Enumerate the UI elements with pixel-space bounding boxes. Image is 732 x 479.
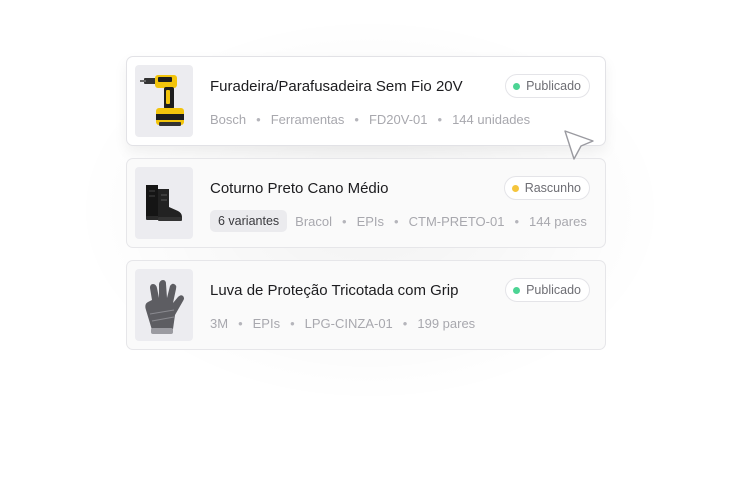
glove-icon [145, 280, 184, 334]
product-card-glove[interactable]: Luva de Proteção Tricotada com Grip 3M •… [126, 260, 606, 350]
status-dot [513, 286, 521, 294]
product-stock: 144 unidades [452, 111, 531, 127]
product-stock: 199 pares [417, 315, 476, 331]
product-category: EPIs [356, 213, 385, 229]
product-title[interactable]: Furadeira/Parafusadeira Sem Fio 20V [210, 78, 463, 95]
product-sku: FD20V-01 [368, 111, 428, 127]
product-thumbnail [135, 167, 193, 239]
product-thumbnail [135, 269, 193, 341]
product-meta: 6 variantes Bracol • EPIs • CTM-PRETO-01… [210, 210, 587, 232]
product-title[interactable]: Luva de Proteção Tricotada com Grip [210, 282, 458, 299]
meta-separator: • [342, 213, 347, 229]
meta-separator: • [238, 315, 243, 331]
status-label: Rascunho [524, 181, 581, 195]
product-category: EPIs [252, 315, 281, 331]
status-badge: Publicado [505, 74, 590, 98]
meta-separator: • [394, 213, 399, 229]
product-brand: 3M [210, 315, 229, 331]
product-category: Ferramentas [270, 111, 345, 127]
variants-chip[interactable]: 6 variantes [210, 210, 288, 232]
mouse-pointer-icon [564, 130, 594, 160]
status-label: Publicado [526, 283, 581, 297]
boots-icon [146, 185, 182, 221]
product-brand: Bracol [295, 213, 333, 229]
status-badge: Rascunho [503, 176, 590, 200]
product-sku: LPG-CINZA-01 [304, 315, 393, 331]
product-thumbnail [135, 65, 193, 137]
meta-separator: • [256, 111, 261, 127]
drill-icon [140, 75, 184, 126]
status-label: Publicado [526, 79, 581, 93]
product-card-drill[interactable]: Furadeira/Parafusadeira Sem Fio 20V Bosc… [126, 56, 606, 146]
product-meta: 3M • EPIs • LPG-CINZA-01 • 199 pares [210, 312, 475, 334]
status-dot [511, 184, 519, 192]
status-badge: Publicado [505, 278, 590, 302]
product-stock: 144 pares [529, 213, 587, 229]
product-brand: Bosch [210, 111, 247, 127]
meta-separator: • [354, 111, 359, 127]
product-list: Furadeira/Parafusadeira Sem Fio 20V Bosc… [126, 56, 606, 362]
meta-separator: • [290, 315, 295, 331]
meta-separator: • [437, 111, 443, 127]
product-meta: Bosch • Ferramentas • FD20V-01 • 144 uni… [210, 108, 530, 130]
product-title[interactable]: Coturno Preto Cano Médio [210, 180, 388, 197]
product-sku: CTM-PRETO-01 [408, 213, 505, 229]
product-card-boots[interactable]: Coturno Preto Cano Médio 6 variantes Bra… [126, 158, 606, 248]
status-dot [513, 82, 521, 90]
meta-separator: • [514, 213, 519, 229]
meta-separator: • [402, 315, 408, 331]
